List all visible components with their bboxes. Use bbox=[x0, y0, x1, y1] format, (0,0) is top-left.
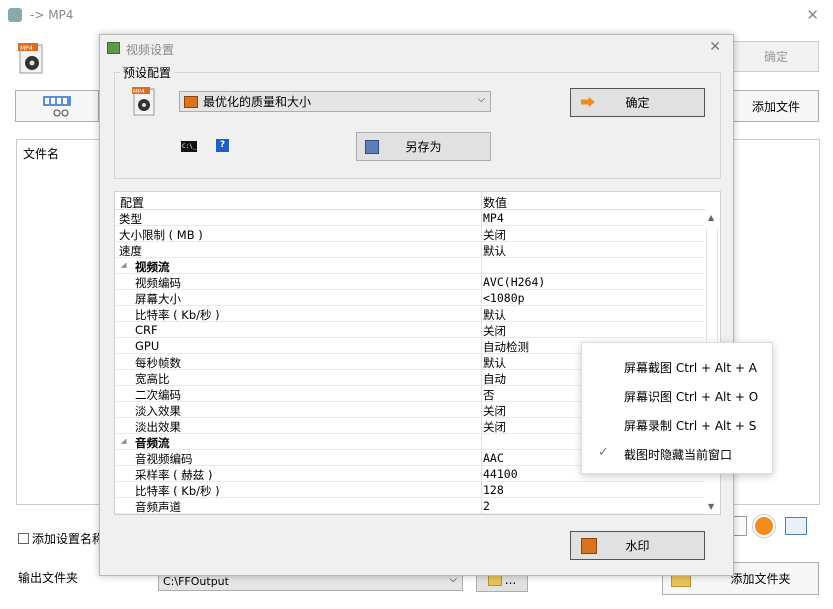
close-icon[interactable]: ✕ bbox=[806, 6, 819, 24]
add-folder-label: 添加文件夹 bbox=[730, 572, 791, 586]
table-row[interactable]: 视频编码 AVC(H264) bbox=[115, 274, 705, 290]
setting-name: GPU bbox=[135, 339, 160, 353]
table-row[interactable]: 类型 MP4 bbox=[115, 210, 705, 226]
table-row[interactable]: 屏幕大小 <1080p bbox=[115, 290, 705, 306]
svg-text:MP4: MP4 bbox=[20, 45, 33, 52]
watermark-button[interactable]: 水印 bbox=[570, 531, 705, 560]
setting-value: MP4 bbox=[483, 211, 504, 225]
table-row[interactable]: 比特率 ( Kb/秒 ) 128 bbox=[115, 482, 705, 498]
arrow-right-icon bbox=[581, 97, 595, 107]
window-icon[interactable] bbox=[785, 517, 807, 535]
preset-group-label: 预设配置 bbox=[120, 64, 175, 81]
context-menu-item-label: 屏幕截图 Ctrl + Alt + A bbox=[624, 361, 757, 375]
main-title-bar: -> MP4 ✕ bbox=[0, 0, 833, 32]
save-as-label: 另存为 bbox=[405, 140, 442, 154]
table-row[interactable]: 比特率 ( Kb/秒 ) 默认 bbox=[115, 306, 705, 322]
collapse-triangle-icon[interactable]: ◢ bbox=[121, 261, 126, 269]
header-value: 数值 bbox=[483, 196, 508, 210]
context-menu-item[interactable]: ✓ 截图时隐藏当前窗口 bbox=[582, 444, 772, 464]
watermark-label: 水印 bbox=[625, 539, 650, 553]
setting-value: AVC(H264) bbox=[483, 275, 546, 289]
app-icon bbox=[8, 8, 22, 22]
preset-select-value: 最优化的质量和大小 bbox=[203, 95, 312, 109]
table-row[interactable]: 大小限制 ( MB ) 关闭 bbox=[115, 226, 705, 242]
edit-clip-button[interactable] bbox=[15, 90, 99, 122]
setting-value: 128 bbox=[483, 483, 504, 497]
context-menu-item-label: 截图时隐藏当前窗口 bbox=[624, 448, 733, 462]
command-line-icon[interactable]: C:\_ bbox=[181, 141, 197, 152]
context-menu-item[interactable]: 屏幕截图 Ctrl + Alt + A bbox=[582, 357, 772, 377]
dialog-title: 视频设置 bbox=[126, 43, 175, 57]
setting-name: CRF bbox=[135, 323, 158, 337]
checkmark-icon: ✓ bbox=[598, 445, 609, 460]
main-ok-label: 确定 bbox=[763, 50, 788, 64]
header-config: 配置 bbox=[120, 196, 145, 210]
video-settings-dialog: 视频设置 ✕ 预设配置 MP4 最优化的质量和大小 ⌵ 确定 C:\_ ? 另存… bbox=[99, 34, 734, 576]
settings-table-header: 配置 数值 bbox=[115, 192, 705, 210]
section-row[interactable]: ◢ 视频流 bbox=[115, 258, 705, 274]
help-icon[interactable]: ? bbox=[216, 139, 229, 152]
context-menu-item-label: 屏幕录制 Ctrl + Alt + S bbox=[624, 419, 757, 433]
screenshot-context-menu: 屏幕截图 Ctrl + Alt + A 屏幕识图 Ctrl + Alt + O 屏幕… bbox=[581, 342, 773, 474]
save-disk-icon bbox=[365, 140, 379, 154]
add-file-button[interactable]: 添加文件 bbox=[733, 90, 819, 122]
chevron-down-icon: ⌵ bbox=[477, 94, 485, 105]
doc-icon[interactable] bbox=[733, 516, 747, 536]
svg-text:MP4: MP4 bbox=[133, 89, 145, 95]
table-row[interactable]: 速度 默认 bbox=[115, 242, 705, 258]
context-menu-item[interactable]: 屏幕录制 Ctrl + Alt + S bbox=[582, 415, 772, 435]
add-file-label: 添加文件 bbox=[751, 99, 800, 114]
file-name-header: 文件名 bbox=[23, 147, 60, 161]
preset-select[interactable]: 最优化的质量和大小 ⌵ bbox=[179, 91, 491, 112]
setting-value: AAC bbox=[483, 451, 504, 465]
film-icon bbox=[184, 95, 198, 108]
watermark-icon bbox=[581, 538, 597, 554]
row-divider bbox=[115, 513, 705, 514]
film-cut-icon bbox=[43, 96, 71, 117]
save-as-button[interactable]: 另存为 bbox=[356, 132, 491, 161]
mp4-format-icon: MP4 bbox=[18, 43, 48, 78]
table-row[interactable]: 音频声道 2 bbox=[115, 498, 705, 514]
add-settings-name-checkbox[interactable]: 添加设置名称 bbox=[18, 530, 104, 547]
file-list-tool-icons bbox=[733, 514, 809, 540]
table-row[interactable]: CRF 关闭 bbox=[115, 322, 705, 338]
dialog-icon bbox=[107, 42, 120, 54]
folder-icon bbox=[487, 574, 502, 586]
collapse-triangle-icon[interactable]: ◢ bbox=[121, 437, 126, 445]
output-folder-label: 输出文件夹 bbox=[18, 571, 79, 585]
main-ok-button[interactable]: 确定 bbox=[733, 41, 819, 72]
context-menu-item[interactable]: 屏幕识图 Ctrl + Alt + O bbox=[582, 386, 772, 406]
setting-value: 2 bbox=[483, 499, 490, 513]
scroll-up-icon[interactable]: ▲ bbox=[708, 213, 714, 222]
add-settings-name-label: 添加设置名称 bbox=[32, 532, 105, 546]
context-menu-item-label: 屏幕识图 Ctrl + Alt + O bbox=[624, 390, 759, 404]
play-icon[interactable] bbox=[753, 515, 775, 537]
scroll-down-icon[interactable]: ▼ bbox=[708, 502, 714, 511]
setting-value: <1080p bbox=[483, 291, 525, 305]
dialog-ok-label: 确定 bbox=[625, 96, 650, 110]
scroll-thumb[interactable] bbox=[706, 228, 718, 358]
preset-mp4-icon: MP4 bbox=[132, 87, 158, 120]
dialog-close-icon[interactable]: ✕ bbox=[709, 39, 721, 55]
setting-value: 44100 bbox=[483, 467, 518, 481]
checkbox-box[interactable] bbox=[18, 533, 29, 544]
output-folder-value: C:\FFOutput bbox=[163, 574, 229, 588]
main-window-title: -> MP4 bbox=[30, 8, 74, 22]
dialog-ok-button[interactable]: 确定 bbox=[570, 88, 705, 117]
